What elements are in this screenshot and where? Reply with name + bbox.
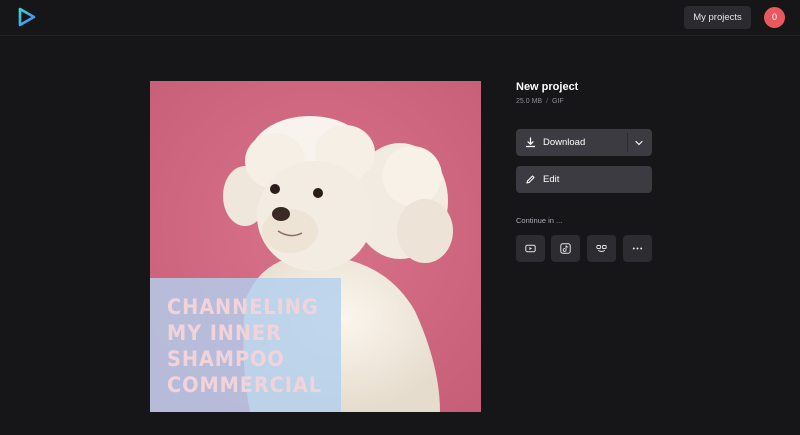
meta-separator: / [546,98,549,105]
play-logo-icon[interactable] [17,7,37,27]
download-button[interactable]: Download [516,129,652,156]
youtube-button[interactable] [516,235,545,262]
project-meta: 25.0 MB / GIF [516,98,564,105]
top-bar: My projects 0 [0,0,800,36]
more-button[interactable] [623,235,652,262]
edit-button[interactable]: Edit [516,166,652,193]
people-icon [596,245,607,252]
tiktok-button[interactable] [551,235,580,262]
people-button[interactable] [587,235,616,262]
app: My projects 0 CHANNELING MY INNER SHAMPO… [0,0,800,435]
my-projects-button[interactable]: My projects [684,6,751,29]
tiktok-icon [560,243,571,254]
file-format: GIF [552,98,564,105]
more-icon [632,247,643,250]
continue-in-label: Continue in ... [516,216,563,225]
caption-line: COMMERCIAL [167,373,322,397]
chevron-down-icon[interactable] [634,138,644,148]
caption-line: CHANNELING [167,295,319,319]
download-icon [525,137,536,148]
avatar[interactable]: 0 [764,7,785,28]
gif-preview: CHANNELING MY INNER SHAMPOO COMMERCIAL [150,81,481,412]
pencil-icon [526,175,535,184]
download-label: Download [543,137,586,148]
caption-line: MY INNER [167,321,282,345]
project-title: New project [516,81,579,93]
file-size: 25.0 MB [516,98,543,105]
youtube-icon [525,244,536,253]
button-divider [627,133,628,152]
caption-overlay: CHANNELING MY INNER SHAMPOO COMMERCIAL [150,278,341,412]
caption-line: SHAMPOO [167,347,285,371]
edit-label: Edit [543,174,560,185]
